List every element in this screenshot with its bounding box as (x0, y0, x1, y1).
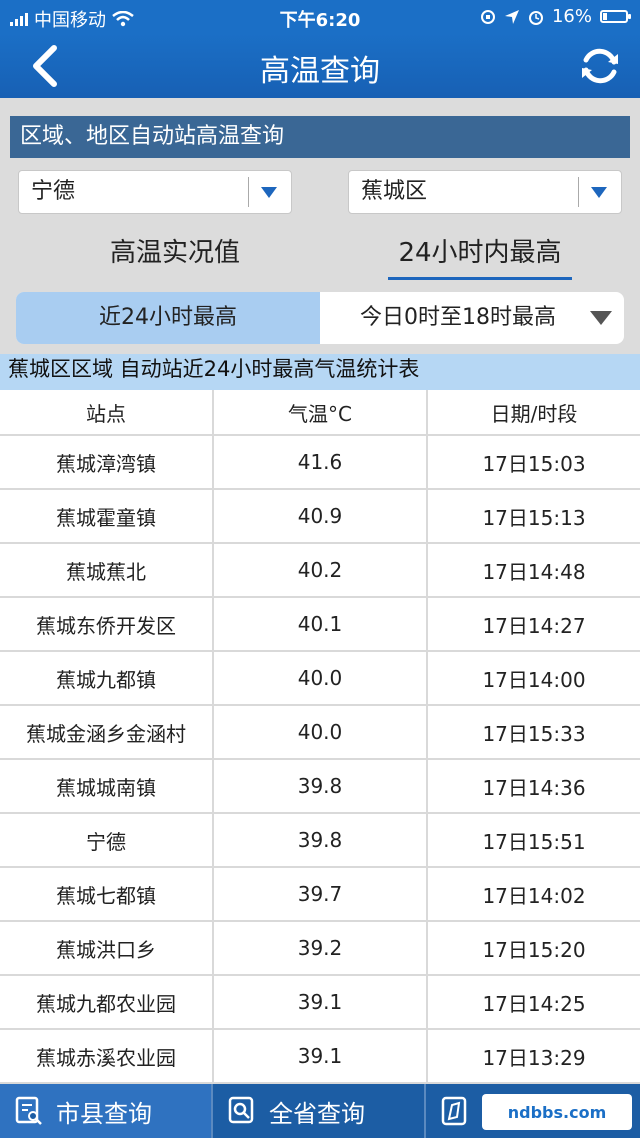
table-row: 蕉城赤溪农业园 39.1 17日13:29 (0, 1030, 640, 1084)
tab-third[interactable]: 分 ndbbs.com (426, 1084, 640, 1138)
station-cell: 蕉城蕉北 (0, 544, 214, 596)
refresh-button[interactable] (576, 42, 624, 90)
station-cell: 蕉城金涵乡金涵村 (0, 706, 214, 758)
station-cell: 蕉城东侨开发区 (0, 598, 214, 650)
district-select[interactable]: 蕉城区 (348, 170, 622, 214)
tab-realtime[interactable]: 高温实况值 (70, 230, 280, 280)
datetime-cell: 17日15:20 (482, 937, 586, 962)
temperature-cell: 40.1 (214, 598, 428, 650)
temperature-cell: 40.0 (214, 652, 428, 704)
city-select[interactable]: 宁德 (18, 170, 292, 214)
dropdown-triangle-icon (590, 311, 612, 325)
station-cell: 蕉城洪口乡 (0, 922, 214, 974)
segment-last-24h[interactable]: 近24小时最高 (16, 292, 320, 344)
table-caption: 蕉城区区域 自动站近24小时最高气温统计表 (0, 354, 640, 390)
table-row: 蕉城九都农业园 39.1 17日14:25 (0, 976, 640, 1030)
station-cell: 蕉城漳湾镇 (0, 436, 214, 488)
datetime-cell: 17日14:36 (482, 775, 586, 800)
section-title: 区域、地区自动站高温查询 (10, 116, 630, 158)
station-cell: 蕉城九都农业园 (0, 976, 214, 1028)
segment-today-0-18[interactable]: 今日0时至18时最高 (320, 292, 624, 344)
table-row: 蕉城城南镇 39.8 17日14:36 (0, 760, 640, 814)
dropdown-caret-icon (261, 187, 277, 198)
station-cell: 蕉城霍童镇 (0, 490, 214, 542)
table-row: 蕉城漳湾镇 41.6 17日15:03 (0, 436, 640, 490)
station-cell: 蕉城七都镇 (0, 868, 214, 920)
page-title: 高温查询 (260, 54, 380, 89)
map-icon (441, 1096, 467, 1126)
alarm-icon (528, 10, 543, 25)
datetime-cell: 17日14:27 (482, 613, 586, 638)
tab-city-county-label: 市县查询 (56, 1099, 152, 1128)
temperature-cell: 40.9 (214, 490, 428, 542)
table-header-row: 站点 气温°C 日期/时段 (0, 390, 640, 436)
temperature-cell: 39.1 (214, 976, 428, 1028)
temperature-cell: 40.0 (214, 706, 428, 758)
battery-fill (603, 13, 607, 20)
table-row: 宁德 39.8 17日15:51 (0, 814, 640, 868)
station-cell: 蕉城城南镇 (0, 760, 214, 812)
datetime-cell: 17日14:00 (482, 667, 586, 692)
datetime-cell: 17日15:33 (482, 721, 586, 746)
station-cell: 蕉城九都镇 (0, 652, 214, 704)
datetime-cell: 17日14:02 (482, 883, 586, 908)
tab-province-query[interactable]: 全省查询 (213, 1084, 426, 1138)
temperature-cell: 40.2 (214, 544, 428, 596)
battery-percent: 16% (551, 6, 592, 27)
header-datetime: 日期/时段 (490, 401, 578, 426)
orientation-lock-icon (480, 9, 495, 24)
status-bar: 中国移动 下午6:20 16% (0, 0, 640, 34)
tab-city-county-query[interactable]: 市县查询 (0, 1084, 213, 1138)
station-cell: 蕉城赤溪农业园 (0, 1030, 214, 1082)
station-cell: 宁德 (0, 814, 214, 866)
temperature-cell: 39.2 (214, 922, 428, 974)
temperature-cell: 39.1 (214, 1030, 428, 1082)
datetime-cell: 17日14:48 (482, 559, 586, 584)
nav-bar: 高温查询 (0, 34, 640, 98)
tab-province-label: 全省查询 (269, 1099, 365, 1128)
table-row: 蕉城东侨开发区 40.1 17日14:27 (0, 598, 640, 652)
table-row: 蕉城金涵乡金涵村 40.0 17日15:33 (0, 706, 640, 760)
temperature-cell: 41.6 (214, 436, 428, 488)
bottom-tab-bar: 市县查询 全省查询 分 ndbbs.com (0, 1084, 640, 1138)
segment-today-label: 今日0时至18时最高 (360, 305, 556, 330)
city-select-value: 宁德 (31, 179, 76, 204)
datetime-cell: 17日14:25 (482, 991, 586, 1016)
header-station: 站点 (0, 390, 214, 434)
datetime-cell: 17日15:51 (482, 829, 586, 854)
datetime-cell: 17日15:13 (482, 505, 586, 530)
search-icon (228, 1096, 254, 1124)
district-select-value: 蕉城区 (361, 179, 428, 204)
dropdown-caret-icon (591, 187, 607, 198)
table-row: 蕉城九都镇 40.0 17日14:00 (0, 652, 640, 706)
table-body: 蕉城漳湾镇 41.6 17日15:03 蕉城霍童镇 40.9 17日15:13 蕉城蕉北 40… (0, 436, 640, 1084)
watermark-logo: ndbbs.com (482, 1094, 632, 1130)
temperature-cell: 39.8 (214, 814, 428, 866)
status-right: 16% (480, 6, 631, 27)
temperature-cell: 39.7 (214, 868, 428, 920)
period-segment: 近24小时最高 今日0时至18时最高 (16, 292, 624, 344)
table-row: 蕉城七都镇 39.7 17日14:02 (0, 868, 640, 922)
datetime-cell: 17日13:29 (482, 1045, 586, 1070)
temperature-cell: 39.8 (214, 760, 428, 812)
battery-icon (600, 10, 631, 23)
datetime-cell: 17日15:03 (482, 451, 586, 476)
location-icon (504, 9, 519, 24)
temperature-table: 站点 气温°C 日期/时段 蕉城漳湾镇 41.6 17日15:03 蕉城霍童镇 40.9… (0, 390, 640, 1084)
table-row: 蕉城霍童镇 40.9 17日15:13 (0, 490, 640, 544)
table-row: 蕉城洪口乡 39.2 17日15:20 (0, 922, 640, 976)
table-row: 蕉城蕉北 40.2 17日14:48 (0, 544, 640, 598)
tab-24h-max[interactable]: 24小时内最高 (388, 230, 572, 280)
document-search-icon (15, 1096, 42, 1125)
query-panel: 区域、地区自动站高温查询 宁德 蕉城区 高温实况值 24小时内最高 近24小时最… (0, 98, 640, 354)
header-temperature: 气温°C (214, 390, 428, 434)
